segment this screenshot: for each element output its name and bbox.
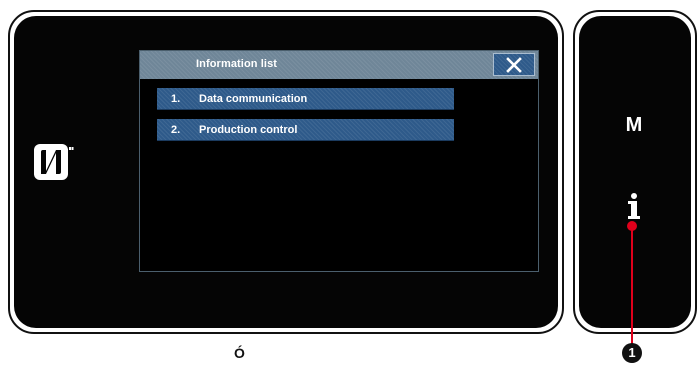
info-icon bbox=[628, 193, 640, 219]
callout-dot bbox=[627, 221, 637, 231]
stray-glyph: Ó bbox=[234, 345, 245, 361]
info-key[interactable] bbox=[617, 190, 651, 224]
close-icon bbox=[506, 56, 522, 73]
dialog-titlebar: Information list bbox=[140, 51, 538, 79]
information-list-dialog: Information list 1. Data communication 2… bbox=[139, 50, 539, 272]
side-key-panel-bezel bbox=[573, 10, 697, 334]
side-key-panel bbox=[579, 16, 691, 328]
dialog-title: Information list bbox=[196, 58, 278, 70]
mode-key[interactable]: M bbox=[611, 110, 657, 140]
close-button[interactable] bbox=[493, 53, 535, 76]
list-item-data-communication[interactable]: 1. Data communication bbox=[157, 88, 454, 110]
nfc-icon bbox=[32, 141, 74, 183]
list-item-number: 1. bbox=[171, 93, 181, 105]
list-item-number: 2. bbox=[171, 124, 181, 136]
callout-leader-line bbox=[631, 226, 633, 344]
list-item-label: Production control bbox=[199, 124, 298, 136]
list-item-production-control[interactable]: 2. Production control bbox=[157, 119, 454, 141]
callout-number-badge: 1 bbox=[622, 343, 642, 363]
list-item-label: Data communication bbox=[199, 93, 308, 105]
device-illustration: Information list 1. Data communication 2… bbox=[0, 0, 699, 374]
